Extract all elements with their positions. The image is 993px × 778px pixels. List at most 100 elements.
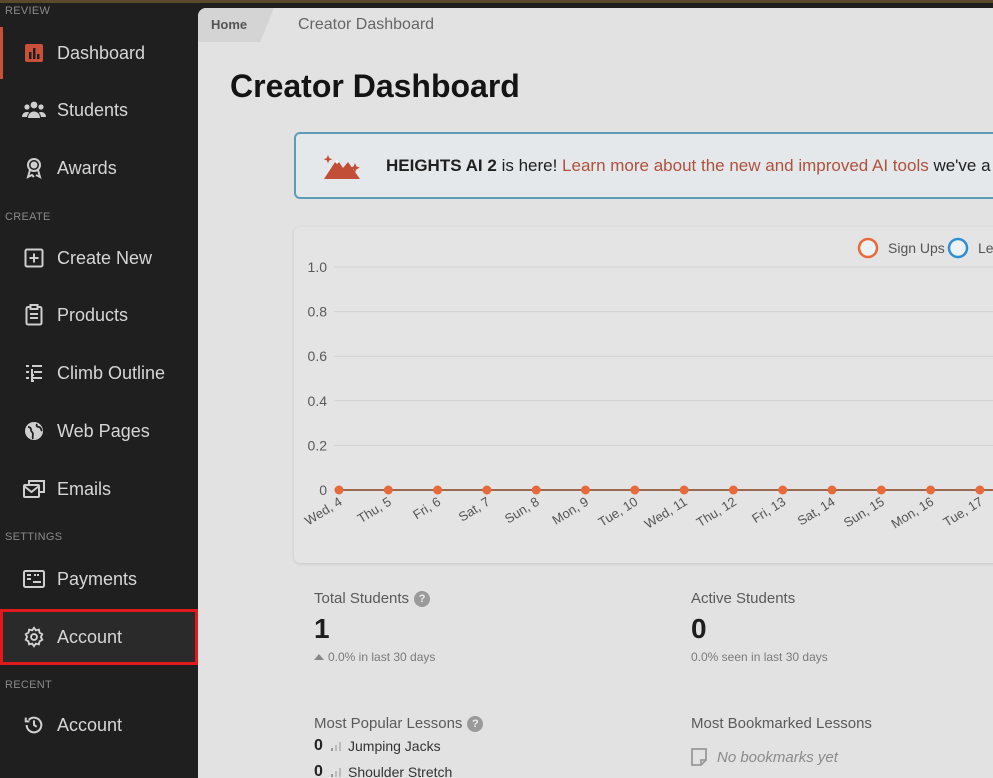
banner-product-name: HEIGHTS AI 2	[386, 155, 497, 175]
page-title: Creator Dashboard	[230, 68, 520, 104]
sidebar-item-label: Products	[57, 304, 129, 325]
x-tick-label: Sat, 14	[795, 494, 838, 529]
data-point	[482, 485, 492, 495]
sidebar-item-web-pages[interactable]: Web Pages	[0, 405, 198, 457]
note-icon	[691, 748, 707, 766]
invoice-icon	[22, 567, 46, 591]
data-point	[630, 485, 640, 495]
chart-card: 1.0 0.8 0.6 0.4 0.2 0 Wed, 4 Thu, 5 Fri, 6 Sat, 7…	[294, 227, 993, 563]
stat-label: Total Students	[314, 590, 410, 607]
section-settings: SETTINGS	[5, 531, 63, 543]
main-content: Home Creator Dashboard Creator Dashboard…	[198, 8, 993, 778]
mountain-sparkle-icon	[323, 154, 360, 179]
sidebar-item-label: Create New	[57, 247, 153, 268]
sidebar-item-products[interactable]: Products	[0, 289, 198, 341]
y-tick-label: 1.0	[308, 259, 328, 275]
plus-square-icon	[22, 246, 46, 270]
help-icon[interactable]: ?	[414, 590, 431, 607]
data-point	[975, 485, 985, 495]
clipboard-icon	[22, 303, 46, 327]
y-tick-label: 0.2	[308, 437, 328, 453]
line-chart: 1.0 0.8 0.6 0.4 0.2 0Wed, 4 Thu, 5 Fri, 6 Sat, 7…	[302, 237, 993, 532]
stat-subtext: 0.0% in last 30 days	[328, 650, 436, 664]
breadcrumb: Home Creator Dashboard	[198, 8, 993, 42]
stat-subtext: 0.0% seen in last 30 days	[691, 650, 828, 664]
data-point	[581, 485, 590, 495]
section-create: CREATE	[5, 211, 51, 223]
sidebar-item-climb-outline[interactable]: Climb Outline	[0, 347, 198, 399]
popular-lessons: Most Popular Lessons? 0 Jumping Jacks 0 …	[314, 715, 484, 778]
section-review: REVIEW	[5, 5, 51, 17]
data-point	[531, 485, 541, 495]
y-tick-label: 0.8	[308, 304, 328, 320]
x-tick-label: Tue, 17	[941, 494, 986, 530]
list-item[interactable]: 0 Jumping Jacks	[314, 737, 483, 755]
x-tick-label: Sun, 8	[502, 494, 542, 527]
list-item[interactable]: 0 Shoulder Stretch	[314, 763, 483, 778]
y-tick-label: 0.6	[308, 348, 328, 364]
gear-icon	[22, 625, 46, 649]
breadcrumb-home-link[interactable]: Home	[198, 8, 274, 42]
data-point	[383, 485, 393, 495]
breadcrumb-current: Creator Dashboard	[298, 16, 435, 33]
x-tick-label: Fri, 6	[410, 494, 443, 522]
section-label: Most Popular Lessons	[314, 715, 463, 732]
outline-list-icon	[22, 361, 46, 385]
sidebar-item-dashboard[interactable]: Dashboard	[0, 27, 198, 79]
signal-bars-icon	[331, 742, 341, 751]
sidebar-item-label: Emails	[57, 478, 112, 499]
sidebar-item-label: Climb Outline	[57, 362, 166, 383]
y-tick-label: 0	[319, 482, 327, 498]
sidebar-item-account[interactable]: Account	[0, 609, 198, 665]
trend-up-icon	[314, 654, 324, 660]
users-icon	[22, 98, 46, 122]
sidebar-item-label: Account	[57, 714, 123, 735]
y-tick-label: 0.4	[308, 393, 328, 409]
banner-learn-more-link[interactable]: Learn more about the new and improved AI…	[562, 156, 929, 176]
sidebar-item-recent-account[interactable]: Account	[0, 699, 198, 751]
data-point	[433, 485, 443, 495]
stat-label: Active Students	[691, 590, 796, 607]
sidebar: REVIEW Dashboard Students Awards CREATE …	[0, 3, 198, 778]
legend-label: Le	[978, 240, 993, 256]
x-tick-label: Mon, 9	[549, 494, 591, 528]
sidebar-item-label: Account	[57, 626, 123, 647]
data-point	[728, 485, 738, 495]
email-icon	[22, 477, 46, 501]
sidebar-item-students[interactable]: Students	[0, 84, 198, 136]
sidebar-item-label: Students	[57, 99, 129, 120]
data-point	[926, 485, 936, 495]
sidebar-item-label: Awards	[57, 157, 117, 178]
data-point	[876, 485, 886, 495]
stat-value: 1	[314, 613, 330, 644]
help-icon[interactable]: ?	[467, 715, 484, 732]
award-icon	[22, 156, 46, 180]
x-tick-label: Thu, 12	[694, 494, 739, 530]
stat-value: 0	[691, 613, 707, 644]
sidebar-item-emails[interactable]: Emails	[0, 463, 198, 515]
legend-swatch	[947, 237, 969, 259]
x-tick-label: Sat, 7	[456, 494, 493, 525]
x-tick-label: Thu, 5	[355, 494, 394, 526]
empty-message: No bookmarks yet	[717, 748, 838, 766]
x-tick-label: Tue, 10	[595, 494, 640, 530]
section-label: Most Bookmarked Lessons	[691, 715, 872, 732]
lesson-name: Jumping Jacks	[348, 738, 441, 754]
sidebar-item-label: Web Pages	[57, 420, 150, 441]
lesson-count: 0	[314, 763, 323, 778]
legend-swatch	[857, 237, 879, 259]
x-tick-label: Wed, 4	[302, 494, 345, 528]
sidebar-item-create-new[interactable]: Create New	[0, 232, 198, 284]
legend-label: Sign Ups	[888, 240, 945, 256]
x-tick-label: Wed, 11	[642, 494, 690, 532]
sidebar-item-payments[interactable]: Payments	[0, 553, 198, 605]
signal-bars-icon	[331, 768, 341, 777]
active-students-stat: Active Students 0 0.0% seen in last 30 d…	[691, 590, 828, 664]
x-tick-label: Fri, 13	[749, 494, 788, 526]
sidebar-item-awards[interactable]: Awards	[0, 142, 198, 194]
data-point	[827, 485, 837, 495]
x-tick-label: Mon, 16	[888, 494, 936, 532]
bar-chart-icon	[22, 41, 46, 65]
x-tick-label: Sun, 15	[841, 494, 887, 530]
data-point	[679, 485, 689, 495]
